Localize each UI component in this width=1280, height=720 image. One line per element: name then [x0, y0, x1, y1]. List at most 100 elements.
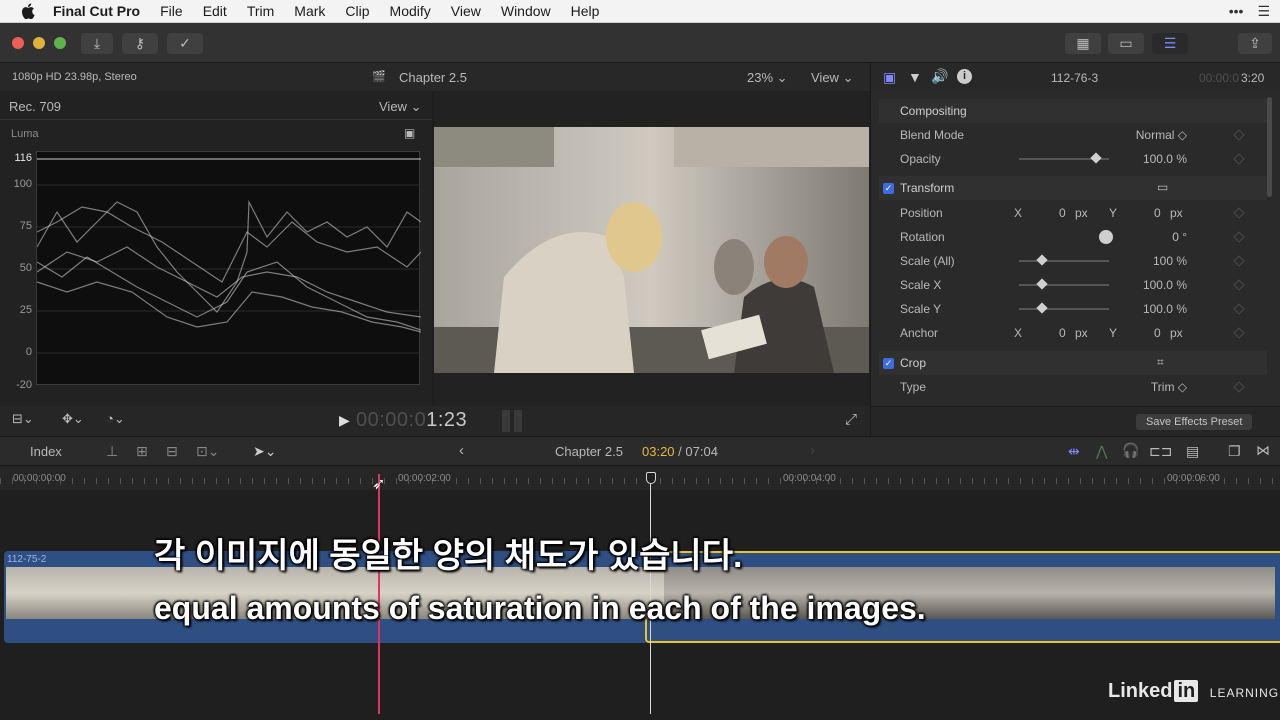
keyframe-icon[interactable]	[1233, 129, 1245, 141]
inspector-row-scale-x[interactable]: Scale X 100.0 %	[879, 273, 1267, 297]
param-slider[interactable]	[1019, 254, 1109, 266]
param-value[interactable]: 100.0 %	[1143, 152, 1187, 166]
param-value[interactable]: 0	[1154, 326, 1161, 340]
inspector-toggle-button[interactable]: ☰	[1152, 33, 1188, 54]
view-options-icon[interactable]: ⊟⌄	[12, 411, 34, 427]
param-value[interactable]: Normal ◇	[1136, 128, 1187, 142]
keyframe-icon[interactable]	[1233, 303, 1245, 315]
param-value[interactable]: Trim ◇	[1151, 380, 1187, 394]
param-slider[interactable]	[1019, 302, 1109, 314]
audio-inspector-icon[interactable]: 🔊	[931, 68, 948, 85]
clip-appearance-icon[interactable]: ▤	[1186, 443, 1199, 460]
color-inspector-icon[interactable]: ▼	[908, 69, 922, 85]
solo-icon[interactable]: 🎧	[1122, 442, 1139, 459]
slider-knob[interactable]	[1035, 278, 1048, 290]
connect-clip-icon[interactable]: ⊥	[106, 443, 118, 460]
play-button[interactable]: ▶	[339, 412, 350, 429]
menu-edit[interactable]: Edit	[203, 3, 227, 19]
inspector-row-crop[interactable]: ✓ Crop ⌗	[879, 351, 1267, 375]
viewer-view-menu[interactable]: View ⌄	[811, 70, 853, 86]
keyframe-icon[interactable]	[1233, 381, 1245, 393]
control-center-icon[interactable]: ☰	[1257, 3, 1270, 20]
inspector-row-opacity[interactable]: Opacity 100.0 %	[879, 147, 1267, 171]
inspector-row-scale-y[interactable]: Scale Y 100.0 %	[879, 297, 1267, 321]
zoom-level[interactable]: 23% ⌄	[747, 70, 788, 86]
inspector-row-type[interactable]: Type Trim ◇	[879, 375, 1267, 399]
keyframe-icon[interactable]	[1233, 207, 1245, 219]
inspector-row-anchor[interactable]: Anchor X 0 px Y 0 px	[879, 321, 1267, 345]
audio-skimming-icon[interactable]: ⋀	[1096, 443, 1107, 460]
param-value[interactable]: 100.0 %	[1143, 278, 1187, 292]
enable-checkbox[interactable]: ✓	[883, 182, 894, 194]
slider-knob[interactable]	[1035, 302, 1048, 314]
inspector-row-rotation[interactable]: Rotation 0 °	[879, 225, 1267, 249]
speed-icon[interactable]: ◔⌄	[106, 411, 125, 427]
import-button[interactable]: ⤓	[81, 33, 113, 54]
enable-checkbox[interactable]: ✓	[883, 357, 894, 369]
menu-app-name[interactable]: Final Cut Pro	[53, 3, 140, 19]
param-value[interactable]: px	[1170, 326, 1183, 340]
video-frame[interactable]	[434, 127, 869, 373]
keyframe-icon[interactable]	[1233, 153, 1245, 165]
more-icon[interactable]: •••	[1229, 3, 1244, 20]
inspector-row-transform[interactable]: ✓ Transform ▭	[879, 176, 1267, 200]
menu-mark[interactable]: Mark	[294, 3, 325, 19]
inspector-scrollbar[interactable]	[1267, 97, 1272, 197]
keyframe-icon[interactable]	[1233, 231, 1245, 243]
keywords-button[interactable]: ⚷	[122, 33, 158, 54]
menu-clip[interactable]: Clip	[345, 3, 369, 19]
menu-modify[interactable]: Modify	[390, 3, 431, 19]
overwrite-clip-icon[interactable]: ⊡⌄	[196, 443, 219, 460]
share-button[interactable]: ⇪	[1238, 33, 1272, 54]
browser-toggle-button[interactable]: ▦	[1065, 33, 1101, 54]
playhead-handle[interactable]	[646, 472, 656, 484]
rotation-dial[interactable]	[1099, 230, 1113, 244]
menu-window[interactable]: Window	[501, 3, 551, 19]
param-value[interactable]: 100.0 %	[1143, 302, 1187, 316]
param-value[interactable]: px	[1170, 206, 1183, 220]
transitions-browser-icon[interactable]: ⋈	[1256, 442, 1270, 459]
select-tool-icon[interactable]: ➤⌄	[253, 443, 276, 460]
inspector-row-compositing[interactable]: Compositing	[879, 99, 1267, 123]
fullscreen-icon[interactable]: ⤢	[845, 411, 857, 428]
param-value[interactable]: 0	[1059, 206, 1066, 220]
keyframe-icon[interactable]	[1233, 255, 1245, 267]
menu-trim[interactable]: Trim	[247, 3, 274, 19]
minimize-window-button[interactable]	[33, 37, 45, 49]
history-back-icon[interactable]: ‹	[459, 442, 464, 459]
param-value[interactable]: px	[1075, 326, 1088, 340]
param-value[interactable]: px	[1075, 206, 1088, 220]
scope-settings-icon[interactable]: ▣	[404, 126, 415, 140]
slider-knob[interactable]	[1035, 254, 1048, 266]
transform-tools-icon[interactable]: ✥⌄	[62, 411, 84, 427]
snapping-icon[interactable]: ⊏⊐	[1149, 443, 1172, 460]
param-value[interactable]: 0 °	[1172, 230, 1187, 244]
zoom-window-button[interactable]	[54, 37, 66, 49]
history-forward-icon[interactable]: ›	[810, 442, 815, 459]
save-effects-preset-button[interactable]: Save Effects Preset	[1136, 414, 1253, 430]
background-tasks-button[interactable]: ✓	[167, 33, 203, 54]
apple-menu-icon[interactable]	[21, 3, 35, 19]
append-clip-icon[interactable]: ⊟	[166, 443, 178, 460]
timeline-toggle-button[interactable]: ▭	[1108, 33, 1144, 54]
inspector-row-blend-mode[interactable]: Blend Mode Normal ◇	[879, 123, 1267, 147]
inspector-row-scale-all[interactable]: Scale (All) 100 %	[879, 249, 1267, 273]
slider-knob[interactable]	[1089, 152, 1102, 164]
menu-file[interactable]: File	[160, 3, 183, 19]
scope-view-menu[interactable]: View ⌄	[379, 99, 421, 115]
timeline-index-button[interactable]: Index	[30, 444, 62, 459]
menu-view[interactable]: View	[451, 3, 481, 19]
insert-clip-icon[interactable]: ⊞	[136, 443, 148, 460]
close-window-button[interactable]	[12, 37, 24, 49]
keyframe-icon[interactable]	[1233, 327, 1245, 339]
timeline-ruler[interactable]: 00:00:00:00 00:00:02:00 00:00:04:00 00:0…	[0, 466, 1280, 490]
crop-onscreen-icon[interactable]: ⌗	[1157, 355, 1164, 370]
info-inspector-icon[interactable]: i	[957, 69, 972, 84]
param-slider[interactable]	[1019, 278, 1109, 290]
skimming-icon[interactable]: ⇹	[1068, 443, 1080, 460]
timecode-display[interactable]: 00:00:01:23	[356, 409, 467, 432]
param-value[interactable]: 100 %	[1153, 254, 1187, 268]
menu-help[interactable]: Help	[571, 3, 600, 19]
effects-browser-icon[interactable]: ❐	[1228, 443, 1241, 460]
keyframe-icon[interactable]	[1233, 279, 1245, 291]
